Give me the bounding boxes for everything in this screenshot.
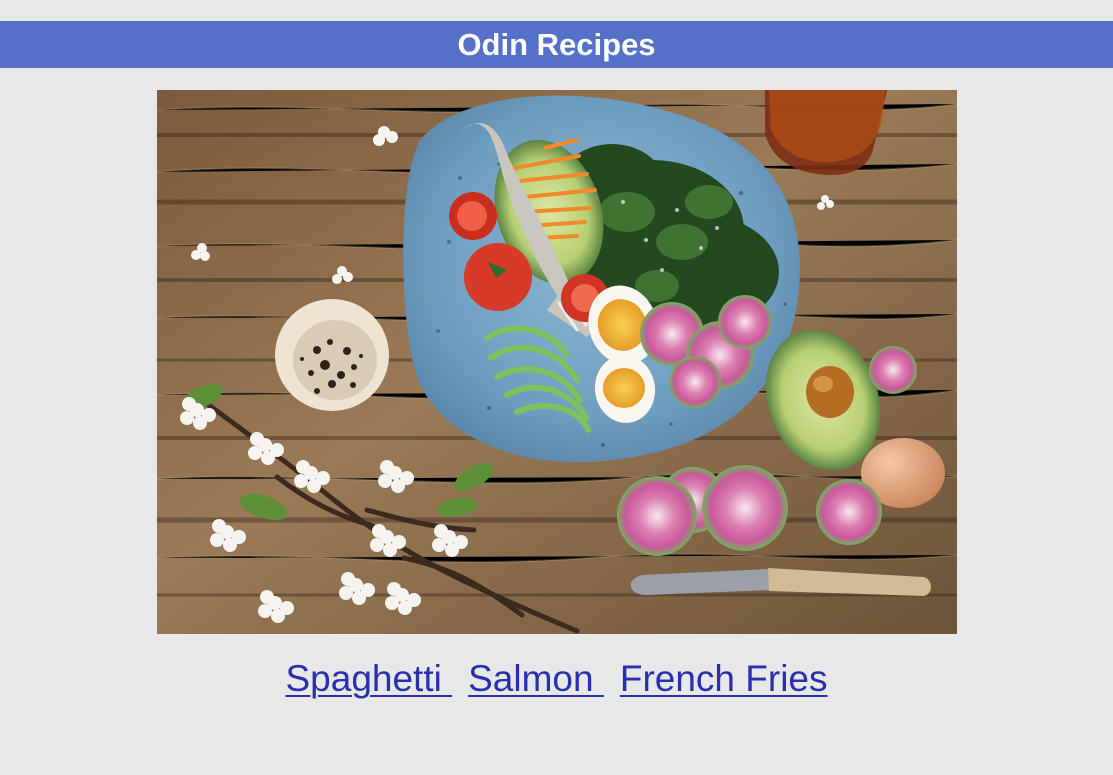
recipe-links: Spaghetti Salmon French Fries [0, 656, 1113, 702]
hero-image [157, 90, 957, 634]
link-spaghetti[interactable]: Spaghetti [285, 658, 452, 699]
site-header: Odin Recipes [0, 21, 1113, 68]
link-salmon[interactable]: Salmon [468, 658, 604, 699]
link-french-fries[interactable]: French Fries [620, 658, 828, 699]
page-title: Odin Recipes [457, 27, 656, 62]
salad-bowl-photo [157, 90, 957, 634]
